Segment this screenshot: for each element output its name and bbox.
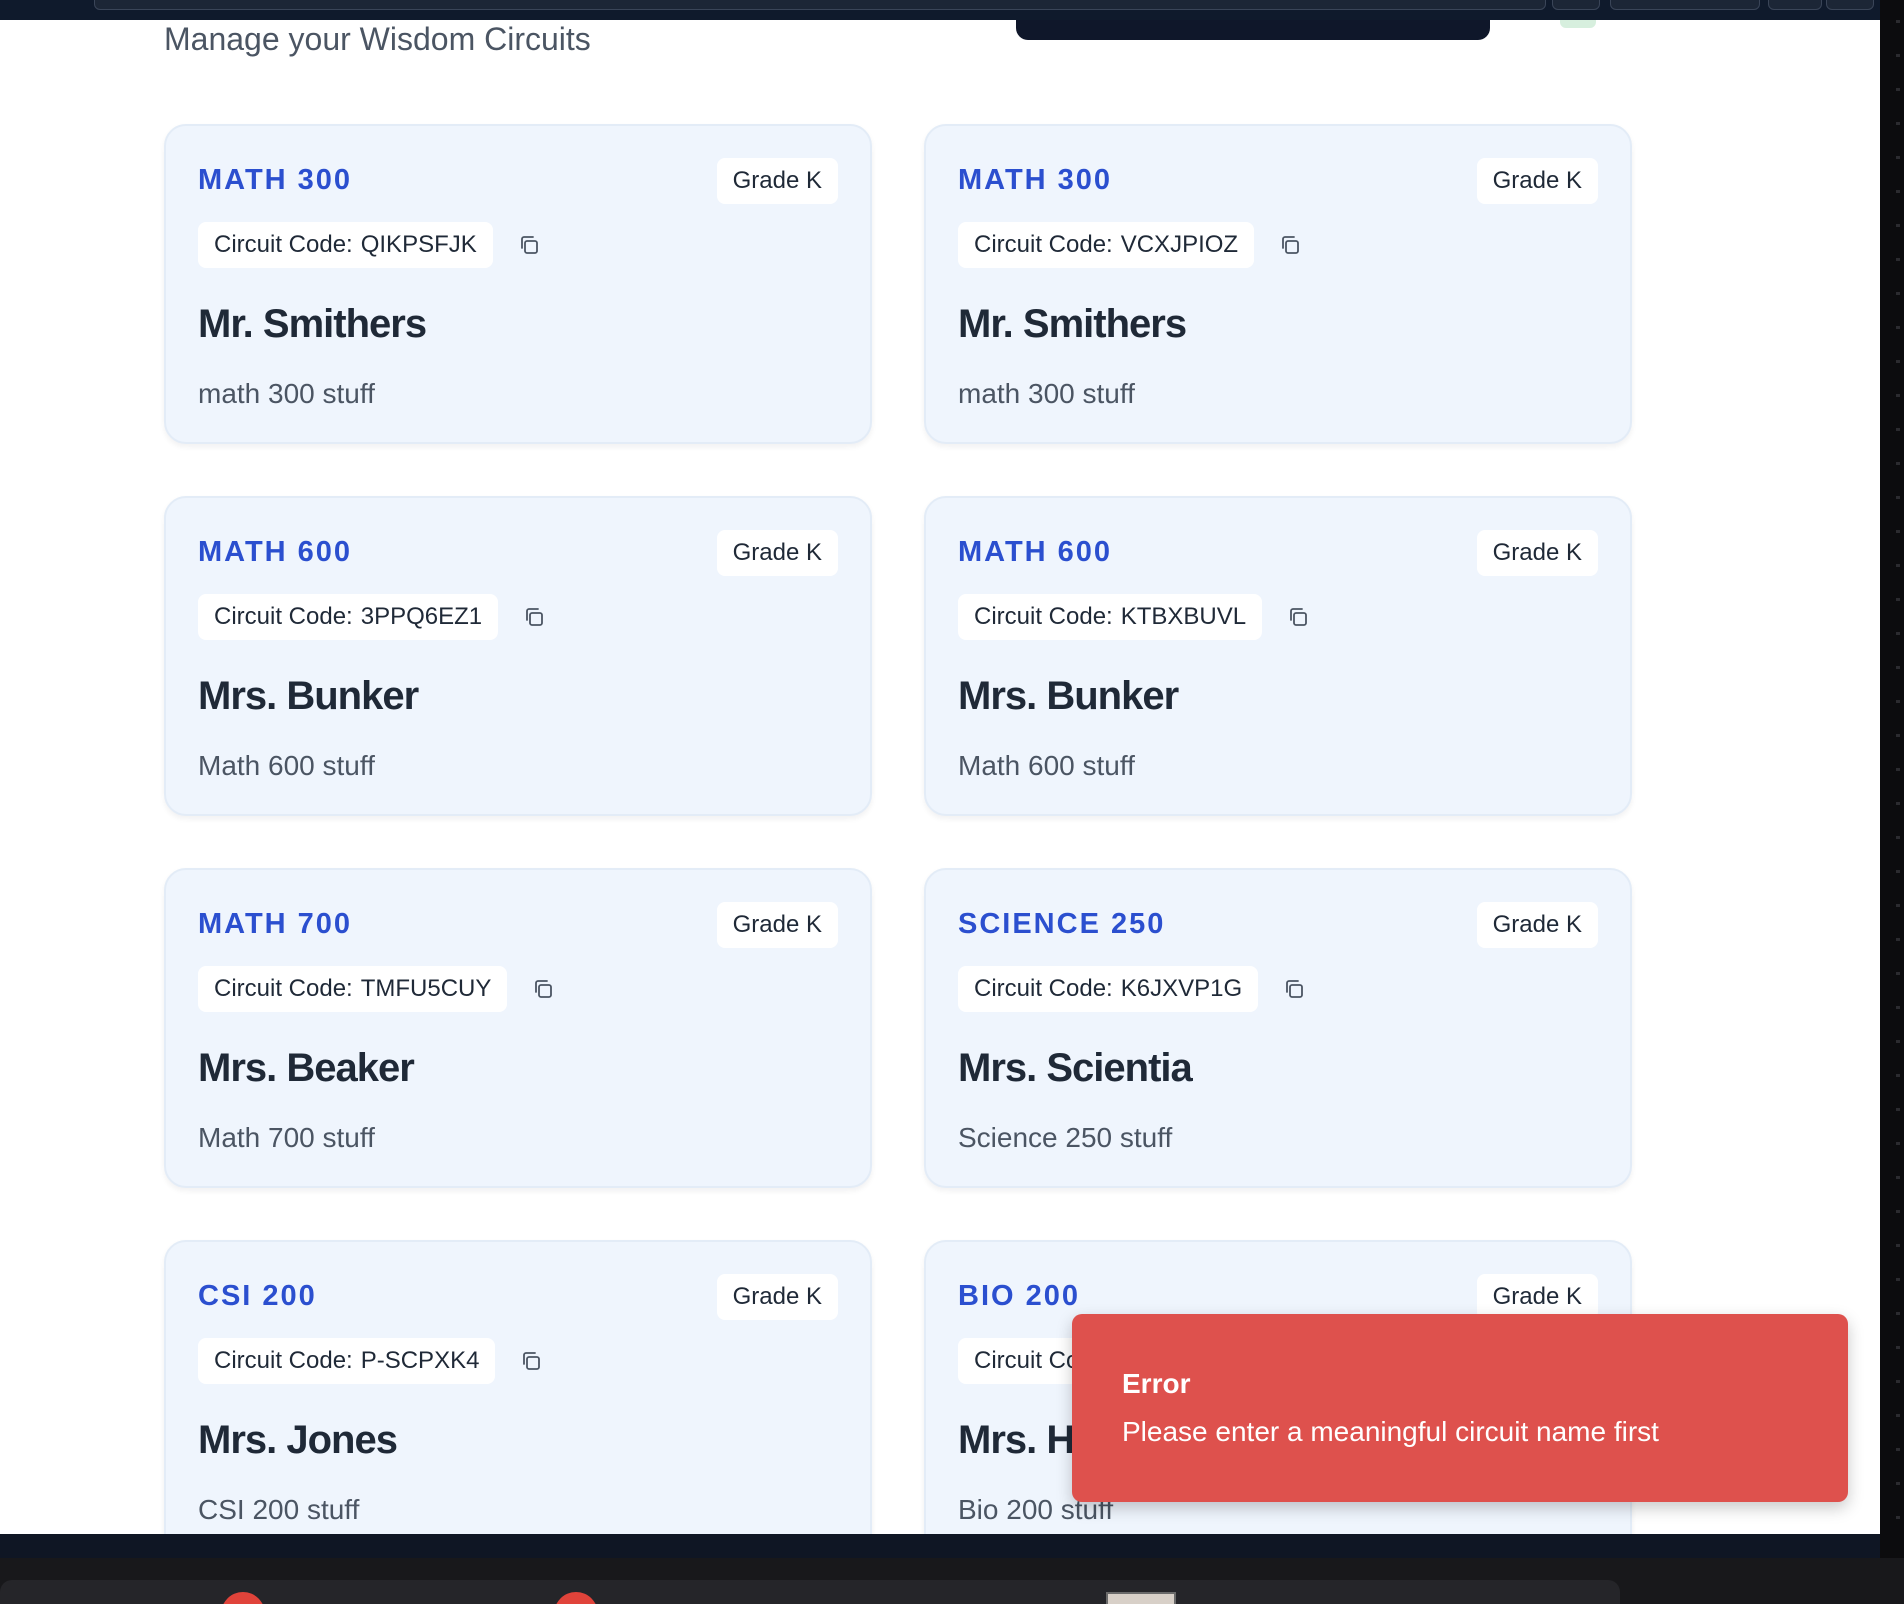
circuit-description: Math 600 stuff	[198, 750, 375, 781]
circuit-code-label: Circuit Code:	[974, 603, 1113, 630]
circuit-code-value: TMFU5CUY	[360, 975, 492, 1002]
circuit-code-badge: Circuit Code: TMFU5CUY	[198, 966, 508, 1012]
circuit-code-row: Circuit Code: KTBXBUVL	[958, 594, 1310, 640]
circuit-description: math 300 stuff	[198, 378, 375, 409]
teacher-name: Mrs. Beaker	[198, 1046, 415, 1090]
circuit-code-row: Circuit Code: K6JXVP1G	[958, 966, 1306, 1012]
circuit-code-badge: Circuit Code: 3PPQ6EZ1	[198, 594, 499, 640]
circuit-description: CSI 200 stuff	[198, 1494, 360, 1525]
circuit-code-value: P-SCPXK4	[360, 1347, 480, 1374]
copy-icon[interactable]	[522, 605, 546, 629]
circuit-name: MATH 600	[958, 536, 1113, 568]
teacher-name: Mrs. Scientia	[958, 1046, 1193, 1090]
circuit-code-label: Circuit Code:	[214, 231, 353, 258]
circuit-name: MATH 300	[958, 164, 1113, 196]
circuit-code-badge: Circuit Code: P-SCPXK4	[198, 1338, 496, 1384]
copy-icon[interactable]	[1282, 977, 1306, 1001]
grade-badge: Grade K	[716, 902, 838, 948]
circuit-code-label: Circuit Code:	[214, 603, 353, 630]
circuit-card[interactable]: MATH 300 Grade K Circuit Code: VCXJPIOZ Mr. …	[924, 124, 1632, 444]
circuit-code-badge: Circuit Code: VCXJPIOZ	[958, 222, 1255, 268]
address-bar[interactable]	[94, 0, 1546, 10]
circuit-card[interactable]: MATH 600 Grade K Circuit Code: KTBXBUVL Mrs.…	[924, 496, 1632, 816]
teacher-name: Mr. Smithers	[198, 302, 427, 346]
window-edge	[1880, 0, 1904, 1580]
circuit-description: Science 250 stuff	[958, 1122, 1173, 1153]
circuit-code-row: Circuit Code: TMFU5CUY	[198, 966, 555, 1012]
grade-badge: Grade K	[1476, 902, 1598, 948]
circuit-card[interactable]: SCIENCE 250 Grade K Circuit Code: K6JXVP1G M…	[924, 868, 1632, 1188]
circuit-code-label: Circuit Code:	[214, 975, 353, 1002]
teacher-name: Mrs. H	[958, 1418, 1075, 1462]
avatar[interactable]	[1560, 20, 1596, 28]
toolbar-button[interactable]	[1552, 0, 1600, 10]
teacher-name: Mrs. Bunker	[198, 674, 419, 718]
circuit-code-label: Circuit Code:	[974, 231, 1113, 258]
circuit-name: MATH 300	[198, 164, 353, 196]
teacher-name: Mrs. Jones	[198, 1418, 398, 1462]
circuit-card[interactable]: CSI 200 Grade K Circuit Code: P-SCPXK4 Mrs. …	[164, 1240, 872, 1534]
circuit-name: MATH 700	[198, 908, 353, 940]
grade-badge: Grade K	[1476, 158, 1598, 204]
scrollbar[interactable]	[1896, 20, 1900, 1540]
header-action-button[interactable]	[1016, 20, 1490, 40]
page-content: Manage your Wisdom Circuits MATH 300 Grad…	[0, 20, 1880, 1534]
circuit-code-badge: Circuit Code: K6JXVP1G	[958, 966, 1259, 1012]
circuit-code-value: VCXJPIOZ	[1120, 231, 1239, 258]
circuit-code-badge: Circuit Code: KTBXBUVL	[958, 594, 1263, 640]
circuit-code-label: Circuit Code:	[974, 975, 1113, 1002]
copy-icon[interactable]	[1278, 233, 1302, 257]
grade-badge: Grade K	[716, 158, 838, 204]
error-toast[interactable]: Error Please enter a meaningful circuit …	[1072, 1314, 1848, 1502]
circuit-code-row: Circuit Code: P-SCPXK4	[198, 1338, 543, 1384]
circuit-code-badge: Circuit Code: QIKPSFJK	[198, 222, 493, 268]
toast-title: Error	[1122, 1368, 1191, 1399]
copy-icon[interactable]	[1286, 605, 1310, 629]
circuit-code-value: KTBXBUVL	[1120, 603, 1247, 630]
circuit-code-label: Circuit Code:	[214, 1347, 353, 1374]
circuit-description: Math 600 stuff	[958, 750, 1135, 781]
circuit-name: MATH 600	[198, 536, 353, 568]
circuit-code-value: K6JXVP1G	[1120, 975, 1243, 1002]
circuit-name: SCIENCE 250	[958, 908, 1166, 940]
circuit-code-value: 3PPQ6EZ1	[360, 603, 483, 630]
copy-icon[interactable]	[517, 233, 541, 257]
toolbar-button[interactable]	[1826, 0, 1874, 10]
circuit-name: CSI 200	[198, 1280, 317, 1312]
copy-icon[interactable]	[531, 977, 555, 1001]
grade-badge: Grade K	[716, 530, 838, 576]
taskbar	[0, 1558, 1904, 1604]
circuit-name: BIO 200	[958, 1280, 1080, 1312]
grade-badge: Grade K	[716, 1274, 838, 1320]
page-subtitle: Manage your Wisdom Circuits	[164, 21, 591, 57]
circuit-card[interactable]: MATH 700 Grade K Circuit Code: TMFU5CUY Mrs.…	[164, 868, 872, 1188]
circuit-code-row: Circuit Code: 3PPQ6EZ1	[198, 594, 546, 640]
copy-icon[interactable]	[519, 1349, 543, 1373]
toolbar-button[interactable]	[1768, 0, 1822, 10]
circuit-card[interactable]: MATH 300 Grade K Circuit Code: QIKPSFJK Mr. …	[164, 124, 872, 444]
desktop: Manage your Wisdom Circuits MATH 300 Grad…	[0, 0, 1904, 1604]
app-thumbnail[interactable]	[1106, 1592, 1176, 1604]
circuit-code-row: Circuit Code: QIKPSFJK	[198, 222, 541, 268]
circuit-card[interactable]: MATH 600 Grade K Circuit Code: 3PPQ6EZ1 Mrs.…	[164, 496, 872, 816]
toast-message: Please enter a meaningful circuit name f…	[1122, 1416, 1659, 1447]
circuit-description: Math 700 stuff	[198, 1122, 375, 1153]
toolbar-button[interactable]	[1610, 0, 1760, 10]
circuit-description: math 300 stuff	[958, 378, 1135, 409]
browser-toolbar	[0, 0, 1880, 20]
teacher-name: Mr. Smithers	[958, 302, 1187, 346]
circuit-code-row: Circuit Code: VCXJPIOZ	[958, 222, 1302, 268]
teacher-name: Mrs. Bunker	[958, 674, 1179, 718]
window-bottom-bar	[0, 1534, 1880, 1558]
circuit-code-value: QIKPSFJK	[360, 231, 477, 258]
grade-badge: Grade K	[1476, 530, 1598, 576]
